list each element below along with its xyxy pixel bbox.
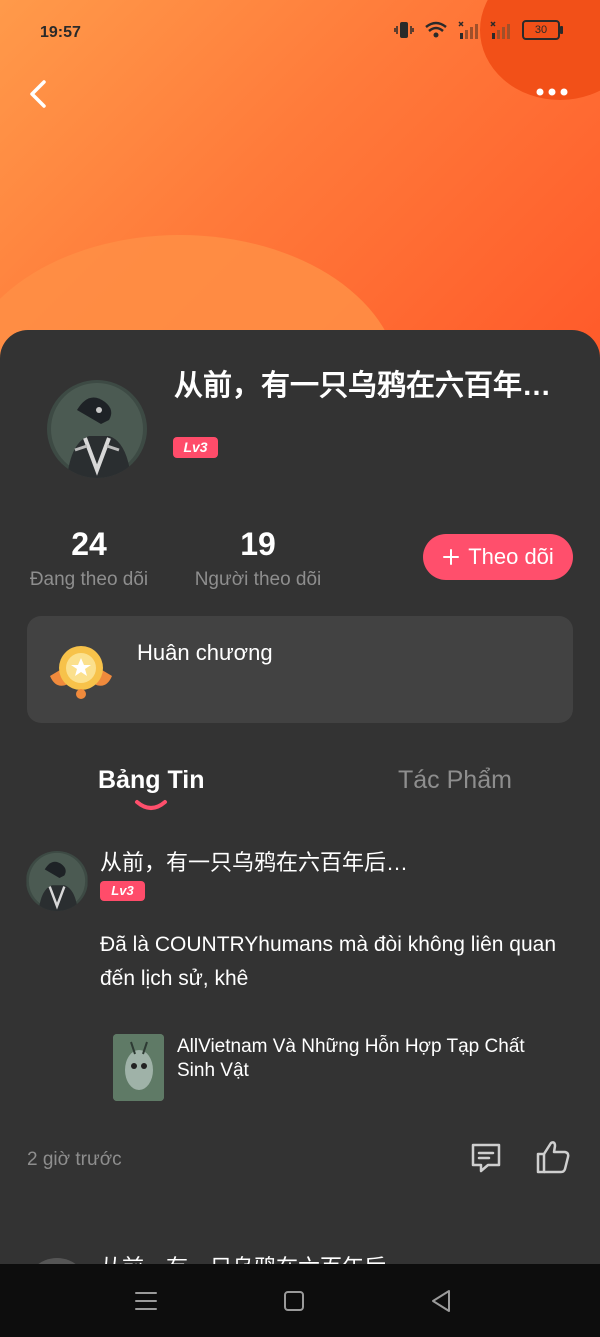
- comment-icon[interactable]: [468, 1140, 504, 1176]
- post-author-name[interactable]: 从前，有一只乌鸦在六百年后…: [100, 845, 408, 877]
- profile-name: 从前，有一只乌鸦在六百年…: [174, 370, 552, 402]
- medal-icon: [50, 646, 112, 699]
- tab-tac-pham[interactable]: Tác Phẩm: [398, 766, 512, 795]
- signal-2-icon: [490, 21, 510, 39]
- level-badge: Lv3: [173, 437, 218, 458]
- post-level-badge: Lv3: [100, 881, 145, 901]
- signal-1-icon: [458, 21, 478, 39]
- menu-icon[interactable]: [131, 1286, 161, 1316]
- active-tab-indicator: [135, 800, 167, 810]
- post-text: Đã là COUNTRYhumans mà đòi không liên qu…: [100, 933, 557, 990]
- battery-icon: 30: [522, 20, 563, 40]
- plus-icon: [443, 549, 460, 565]
- follow-button[interactable]: Theo dõi: [423, 534, 573, 580]
- wifi-icon: [425, 21, 447, 38]
- next-post-author-name: 从前，有一只乌鸦在六百年后: [100, 1250, 386, 1264]
- home-icon[interactable]: [279, 1286, 309, 1316]
- post-author-avatar[interactable]: [26, 851, 88, 911]
- status-icons: 30: [394, 20, 563, 40]
- more-options-icon[interactable]: [532, 78, 572, 108]
- followers-label[interactable]: Người theo dõi: [187, 569, 329, 591]
- followers-count[interactable]: 19: [218, 526, 298, 563]
- status-bar: 19:57 30: [0, 0, 600, 66]
- medal-label: Huân chương: [137, 640, 273, 665]
- avatar[interactable]: [47, 380, 147, 478]
- back-triangle-icon[interactable]: [427, 1286, 457, 1316]
- post-timestamp: 2 giờ trước: [27, 1149, 122, 1170]
- next-post-preview[interactable]: 从前，有一只乌鸦在六百年后: [0, 1240, 600, 1264]
- back-arrow-icon[interactable]: [22, 74, 62, 114]
- following-label[interactable]: Đang theo dõi: [20, 569, 158, 591]
- following-count[interactable]: 24: [49, 526, 129, 563]
- linked-work-title[interactable]: AllVietnam Và Những Hỗn Hợp Tạp Chất Sin…: [177, 1035, 557, 1083]
- like-thumb-icon[interactable]: [534, 1138, 572, 1176]
- follow-button-label: Theo dõi: [468, 544, 554, 569]
- status-time: 19:57: [40, 24, 81, 41]
- battery-level: 30: [534, 24, 548, 36]
- linked-work-thumbnail[interactable]: [113, 1034, 164, 1101]
- tab-bang-tin[interactable]: Bảng Tin: [98, 766, 204, 795]
- vibrate-icon: [394, 22, 414, 38]
